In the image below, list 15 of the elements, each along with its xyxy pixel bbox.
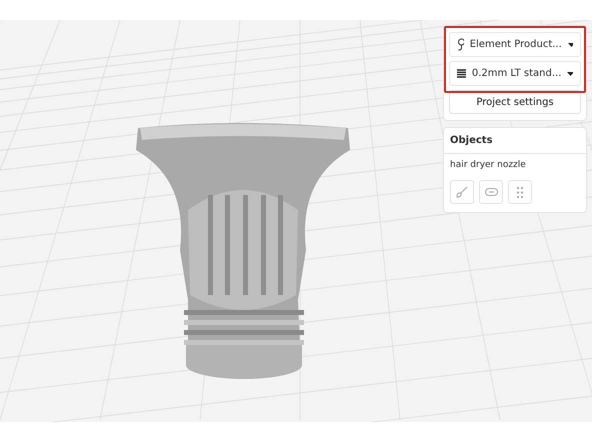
- dots-grid-icon: [517, 186, 523, 198]
- object-list-item[interactable]: hair dryer nozzle: [444, 154, 586, 174]
- printer-nozzle-icon: [457, 38, 464, 51]
- link-icon: [484, 188, 498, 196]
- caret-icon: [567, 72, 573, 76]
- link-button[interactable]: [479, 180, 503, 204]
- brush-icon: [456, 186, 468, 198]
- project-settings-button[interactable]: Project settings: [449, 90, 581, 114]
- brush-button[interactable]: [450, 180, 474, 204]
- profile-dropdown[interactable]: 0.2mm LT stand...: [449, 61, 581, 86]
- printer-dropdown[interactable]: Element Product...: [449, 32, 581, 57]
- caret-icon: [568, 42, 573, 46]
- objects-title: Objects: [444, 128, 586, 154]
- drag-handle-button[interactable]: [508, 180, 532, 204]
- layers-icon: [457, 69, 466, 78]
